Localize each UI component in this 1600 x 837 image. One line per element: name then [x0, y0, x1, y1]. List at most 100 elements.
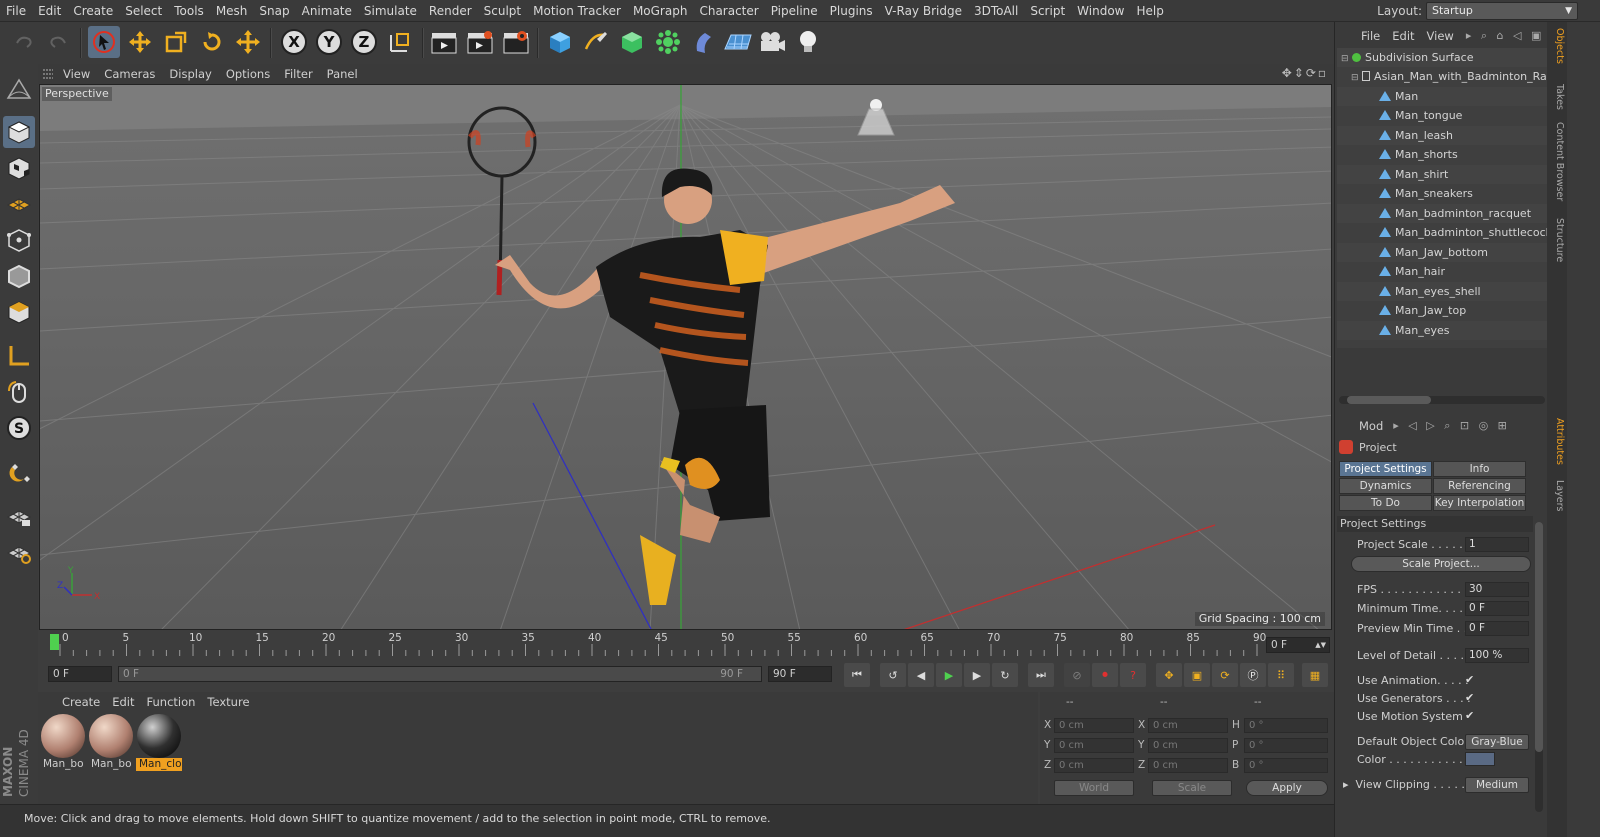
snapping-button[interactable] — [3, 456, 35, 488]
object-row[interactable]: Man_eyes — [1337, 321, 1547, 340]
menu-tools[interactable]: Tools — [168, 0, 210, 22]
texture-mode-button[interactable] — [3, 152, 35, 184]
material-item[interactable]: Man_bo — [88, 714, 134, 774]
rotation-p-field[interactable]: 0 ° — [1244, 738, 1328, 753]
go-to-next-key-button[interactable]: ↻ — [992, 663, 1018, 687]
object-menu-view[interactable]: View — [1421, 26, 1460, 46]
planar-workplane-button[interactable] — [3, 536, 35, 568]
menu-animate[interactable]: Animate — [296, 0, 358, 22]
y-axis-button[interactable]: Y — [313, 26, 345, 58]
tab-project-settings[interactable]: Project Settings — [1339, 461, 1432, 477]
add-deformer-button[interactable] — [688, 26, 720, 58]
tab-attributes[interactable]: Attributes — [1549, 418, 1565, 465]
key-pla-button[interactable]: ⠿ — [1268, 663, 1294, 687]
object-row[interactable]: Man_sneakers — [1337, 184, 1547, 203]
tab-to-do[interactable]: To Do — [1339, 495, 1432, 511]
redo-button[interactable] — [42, 26, 74, 58]
render-to-picture-viewer-button[interactable] — [464, 26, 496, 58]
menu-vray-bridge[interactable]: V-Ray Bridge — [879, 0, 968, 22]
add-spline-button[interactable] — [580, 26, 612, 58]
use-animation-checkbox[interactable]: ✔ — [1465, 673, 1474, 686]
object-row[interactable]: Man_badminton_shuttlecock — [1337, 223, 1547, 242]
viewport-menu-panel[interactable]: Panel — [320, 64, 365, 84]
menu-mograph[interactable]: MoGraph — [627, 0, 694, 22]
material-menu-edit[interactable]: Edit — [106, 692, 140, 712]
spinner-icon[interactable]: ▲▼ — [1315, 638, 1326, 652]
autokeying-button[interactable]: ? — [1120, 663, 1146, 687]
recent-tool-button[interactable] — [232, 26, 264, 58]
object-row-subdivision[interactable]: ⊟ Subdivision Surface — [1337, 48, 1547, 67]
rotation-b-field[interactable]: 0 ° — [1244, 758, 1328, 773]
model-mode-button[interactable] — [3, 116, 35, 148]
rotate-tool-button[interactable] — [196, 26, 228, 58]
add-generator-button[interactable] — [616, 26, 648, 58]
color-swatch[interactable] — [1465, 752, 1495, 766]
viewport-menu-options[interactable]: Options — [219, 64, 277, 84]
attribute-scrollbar[interactable] — [1535, 522, 1543, 812]
go-to-end-button[interactable]: ⏭ — [1028, 663, 1054, 687]
object-row-group[interactable]: ⊟ Asian_Man_with_Badminton_Racquet — [1337, 67, 1547, 86]
timeline-window-button[interactable]: ▦ — [1302, 663, 1328, 687]
record-active-objects-button[interactable]: ⏺ — [1092, 663, 1118, 687]
menu-snap[interactable]: Snap — [253, 0, 295, 22]
tab-key-interpolation[interactable]: Key Interpolation — [1433, 495, 1526, 511]
fps-field[interactable]: 30 — [1465, 582, 1529, 597]
project-scale-field[interactable]: 1 — [1465, 537, 1529, 552]
render-view-button[interactable] — [428, 26, 460, 58]
menu-select[interactable]: Select — [119, 0, 168, 22]
object-row[interactable]: Man_hair — [1337, 262, 1547, 281]
timeline-ruler[interactable]: 0 5 10 15 20 25 30 35 40 45 50 55 60 65 70 75 80 85 90 0 F… — [38, 630, 1334, 660]
record-keys-off-button[interactable]: ⊘ — [1064, 663, 1090, 687]
tab-dynamics[interactable]: Dynamics — [1339, 478, 1432, 494]
use-generators-checkbox[interactable]: ✔ — [1465, 691, 1474, 704]
tab-layers[interactable]: Layers — [1549, 480, 1565, 511]
viewport-menu-filter[interactable]: Filter — [277, 64, 319, 84]
key-rotation-button[interactable]: ⟳ — [1212, 663, 1238, 687]
material-item[interactable]: Man_bo — [40, 714, 86, 774]
scale-tool-button[interactable] — [160, 26, 192, 58]
view-clipping-select[interactable]: Medium — [1465, 777, 1529, 793]
tab-takes[interactable]: Takes — [1549, 84, 1565, 110]
live-selection-button[interactable] — [88, 26, 120, 58]
key-position-button[interactable]: ✥ — [1156, 663, 1182, 687]
undo-button[interactable] — [8, 26, 40, 58]
tab-structure[interactable]: Structure — [1549, 218, 1565, 262]
rotation-h-field[interactable]: 0 ° — [1244, 718, 1328, 733]
object-row[interactable]: Man_shirt — [1337, 165, 1547, 184]
tab-content-browser[interactable]: Content Browser — [1549, 122, 1565, 201]
z-axis-button[interactable]: Z — [348, 26, 380, 58]
size-z-field[interactable]: 0 cm — [1148, 758, 1228, 773]
menu-plugins[interactable]: Plugins — [824, 0, 879, 22]
use-motion-system-checkbox[interactable]: ✔ — [1465, 709, 1474, 722]
end-frame-field[interactable]: 90 F — [768, 666, 832, 682]
play-button[interactable]: ▶ — [936, 663, 962, 687]
tweak-mode-button[interactable] — [3, 376, 35, 408]
edges-mode-button[interactable] — [3, 260, 35, 292]
coordinate-system-button[interactable] — [384, 26, 416, 58]
perspective-viewport[interactable]: Y X Z Perspective Grid Spacing : 100 cm — [39, 84, 1332, 630]
lod-field[interactable]: 100 % — [1465, 648, 1529, 663]
go-to-previous-key-button[interactable]: ↺ — [880, 663, 906, 687]
object-row[interactable]: Man_shorts — [1337, 145, 1547, 164]
object-manager-tool-icons[interactable]: ▸ ⌕ ⌂ ◁ ▣ — [1466, 29, 1545, 43]
object-menu-file[interactable]: File — [1355, 26, 1386, 46]
expand-toggle-icon[interactable]: ⊟ — [1351, 73, 1359, 83]
add-light-button[interactable] — [792, 26, 824, 58]
attribute-manager-tool-icons[interactable]: ▸ ◁ ▷ ⌕ ⊡ ◎ ⊞ — [1393, 419, 1510, 433]
material-item-selected[interactable]: Man_clo — [136, 714, 182, 774]
apply-button[interactable]: Apply — [1246, 780, 1328, 796]
go-to-start-button[interactable]: ⏮ — [844, 663, 870, 687]
menu-simulate[interactable]: Simulate — [358, 0, 423, 22]
object-row[interactable]: Man_tongue — [1337, 106, 1547, 125]
material-menu-create[interactable]: Create — [56, 692, 106, 712]
object-row[interactable]: Man_leash — [1337, 126, 1547, 145]
menu-motion-tracker[interactable]: Motion Tracker — [527, 0, 627, 22]
viewport-camera-label[interactable]: Perspective — [42, 87, 112, 101]
object-row[interactable]: Man — [1337, 87, 1547, 106]
current-frame-field[interactable]: 0 F ▲▼ — [1266, 637, 1330, 653]
material-menu-function[interactable]: Function — [141, 692, 202, 712]
points-mode-button[interactable] — [3, 224, 35, 256]
tab-referencing[interactable]: Referencing — [1433, 478, 1526, 494]
add-cube-button[interactable] — [544, 26, 576, 58]
menu-sculpt[interactable]: Sculpt — [478, 0, 527, 22]
